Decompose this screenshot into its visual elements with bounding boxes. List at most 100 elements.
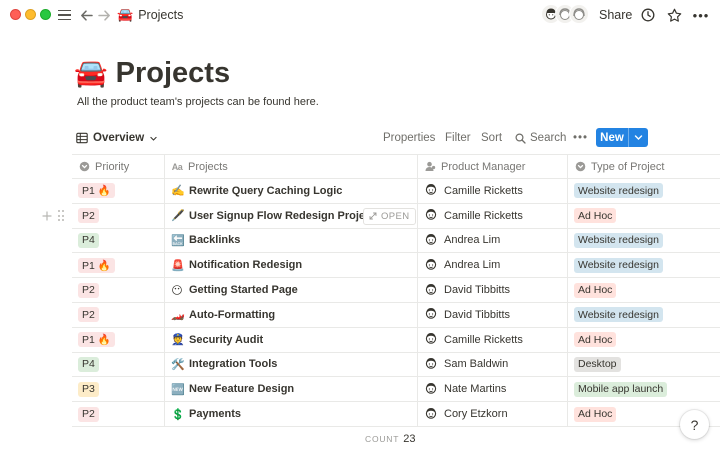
table-row[interactable]: P1 🔥 👮 Security Audit Camille Ricketts Ad Ho… — [72, 327, 720, 353]
manager-cell[interactable]: Camille Ricketts — [418, 179, 568, 203]
forward-arrow-icon[interactable] — [97, 6, 111, 24]
help-button[interactable]: ? — [680, 410, 709, 439]
project-cell[interactable]: 🔙 Backlinks — [165, 228, 418, 253]
project-cell[interactable]: 💲 Payments — [165, 402, 418, 426]
type-tag: Mobile app launch — [574, 381, 668, 397]
project-title[interactable]: 🔙 Backlinks — [171, 234, 240, 247]
new-dropdown-chevron-icon[interactable] — [629, 128, 648, 147]
table-row[interactable]: P1 🔥 ✍️ Rewrite Query Caching Logic Camille… — [72, 179, 720, 204]
project-title[interactable]: 🚨 Notification Redesign — [171, 259, 302, 272]
project-cell[interactable]: 😶 Getting Started Page — [165, 278, 418, 302]
manager-cell[interactable]: David Tibbitts — [418, 278, 568, 302]
table-row[interactable]: P2 💲 Payments Cory Etzkorn Ad Hoc — [72, 402, 720, 427]
type-cell[interactable]: Mobile app launch — [568, 377, 720, 401]
manager-cell[interactable]: Andrea Lim — [418, 228, 568, 253]
priority-tag: P2 — [78, 208, 99, 224]
priority-cell[interactable]: P1 🔥 — [72, 253, 165, 278]
open-page-button[interactable]: OPEN — [363, 207, 416, 225]
table-row[interactable]: P2 🏎️ Auto-Formatting David Tibbitts Website… — [72, 302, 720, 328]
maximize-window-button[interactable] — [40, 9, 51, 20]
column-header-type[interactable]: Type of Project — [568, 155, 720, 178]
page-title[interactable]: 🚘 Projects — [74, 54, 230, 92]
avatar — [424, 356, 438, 373]
project-title[interactable]: ✍️ Rewrite Query Caching Logic — [171, 184, 342, 198]
priority-cell[interactable]: P2 — [72, 302, 165, 327]
project-cell[interactable]: 🛠️ Integration Tools — [165, 352, 418, 377]
priority-tag: P4 — [78, 356, 99, 372]
priority-cell[interactable]: P1 🔥 — [72, 327, 165, 352]
project-title[interactable]: 👮 Security Audit — [171, 333, 263, 347]
properties-button[interactable]: Properties — [383, 129, 435, 147]
page-description[interactable]: All the product team's projects can be f… — [77, 96, 319, 108]
column-header-priority[interactable]: Priority — [72, 155, 165, 178]
breadcrumb[interactable]: 🚘 Projects — [117, 6, 183, 24]
manager-cell[interactable]: Camille Ricketts — [418, 203, 568, 228]
type-cell[interactable]: Desktop — [568, 353, 720, 377]
project-name: Payments — [189, 408, 241, 421]
priority-tag: P2 — [78, 282, 99, 298]
search-button[interactable]: Search — [515, 129, 566, 147]
table-row[interactable]: P1 🔥 🚨 Notification Redesign Andrea Lim Webs… — [72, 253, 720, 279]
table-row[interactable]: P2 🖋️ User Signup Flow Redesign Project Cam… — [42, 203, 720, 229]
priority-cell[interactable]: P2 — [72, 402, 165, 426]
project-cell[interactable]: ✍️ Rewrite Query Caching Logic — [165, 179, 418, 203]
project-cell[interactable]: 🚨 Notification Redesign — [165, 253, 418, 278]
drag-handle-icon[interactable] — [58, 210, 64, 221]
project-cell[interactable]: 🏎️ Auto-Formatting — [165, 302, 418, 327]
project-cell[interactable]: 🆕 New Feature Design — [165, 377, 418, 402]
favorite-star-icon[interactable] — [666, 6, 682, 24]
sort-button[interactable]: Sort — [481, 129, 502, 147]
project-title[interactable]: 😶 Getting Started Page — [171, 284, 298, 297]
project-title[interactable]: 🛠️ Integration Tools — [171, 358, 277, 371]
priority-cell[interactable]: P4 — [72, 352, 165, 377]
manager-cell[interactable]: Nate Martins — [418, 377, 568, 402]
share-button[interactable]: Share — [599, 6, 632, 24]
view-selector[interactable]: Overview — [76, 129, 158, 147]
manager-cell[interactable]: Camille Ricketts — [418, 327, 568, 352]
type-cell[interactable]: Ad Hoc — [568, 328, 720, 352]
table-row[interactable]: P4 🔙 Backlinks Andrea Lim Website redesign — [72, 228, 720, 254]
view-more-button[interactable]: ••• — [573, 129, 588, 147]
project-title[interactable]: 💲 Payments — [171, 408, 241, 421]
avatar[interactable] — [569, 4, 589, 24]
filter-button[interactable]: Filter — [445, 129, 471, 147]
car-icon[interactable]: 🚘 — [74, 57, 108, 89]
priority-cell[interactable]: P2 — [72, 278, 165, 302]
history-clock-icon[interactable] — [640, 6, 656, 24]
priority-cell[interactable]: P1 🔥 — [72, 179, 165, 203]
type-cell[interactable]: Website redesign — [568, 179, 720, 203]
collaborator-avatars[interactable] — [541, 4, 589, 26]
page-title-text[interactable]: Projects — [116, 57, 230, 90]
new-button[interactable]: New — [596, 128, 648, 147]
table-row[interactable]: P4 🛠️ Integration Tools Sam Baldwin Desktop — [72, 352, 720, 378]
priority-cell[interactable]: P4 — [72, 228, 165, 253]
type-cell[interactable]: Ad Hoc — [568, 278, 720, 302]
column-header-projects[interactable]: Aa Projects — [165, 155, 418, 178]
back-arrow-icon[interactable] — [79, 6, 93, 24]
add-row-plus-icon[interactable] — [42, 211, 52, 221]
sidebar-toggle-icon[interactable] — [56, 6, 72, 24]
type-cell[interactable]: Website redesign — [568, 303, 720, 327]
new-button-label[interactable]: New — [596, 128, 629, 147]
minimize-window-button[interactable] — [25, 9, 36, 20]
project-title[interactable]: 🆕 New Feature Design — [171, 383, 294, 396]
column-header-product-manager[interactable]: Product Manager — [418, 155, 568, 178]
row-count[interactable]: COUNT 23 — [365, 433, 415, 445]
close-window-button[interactable] — [10, 9, 21, 20]
project-title[interactable]: 🏎️ Auto-Formatting — [171, 308, 275, 322]
more-options-button[interactable]: ••• — [692, 6, 710, 24]
type-cell[interactable]: Website redesign — [568, 253, 720, 277]
priority-cell[interactable]: P3 — [72, 377, 165, 402]
type-cell[interactable]: Ad Hoc — [568, 204, 720, 228]
project-cell[interactable]: 👮 Security Audit — [165, 327, 418, 352]
table-row[interactable]: P2 😶 Getting Started Page David Tibbitts Ad … — [72, 278, 720, 303]
table-row[interactable]: P3 🆕 New Feature Design Nate Martins Mobile … — [72, 377, 720, 403]
manager-cell[interactable]: Cory Etzkorn — [418, 402, 568, 426]
database-table: Priority Aa Projects Product Manager Typ… — [42, 154, 720, 427]
priority-cell[interactable]: P2 — [72, 203, 165, 228]
manager-cell[interactable]: Andrea Lim — [418, 253, 568, 278]
manager-cell[interactable]: Sam Baldwin — [418, 352, 568, 377]
project-title[interactable]: 🖋️ User Signup Flow Redesign Project — [171, 209, 375, 223]
type-cell[interactable]: Website redesign — [568, 229, 720, 253]
manager-cell[interactable]: David Tibbitts — [418, 302, 568, 327]
